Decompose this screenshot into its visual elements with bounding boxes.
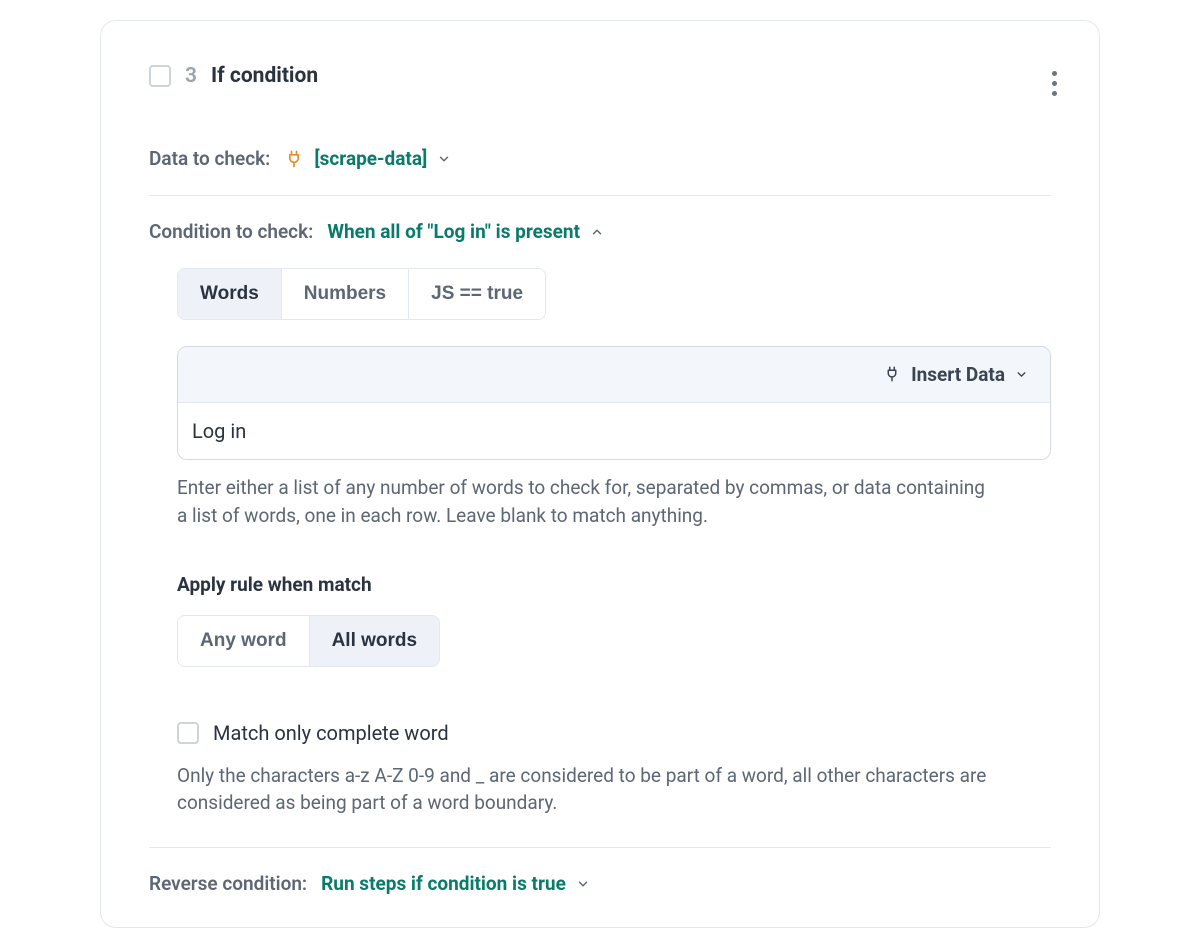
reverse-condition-select[interactable]: Run steps if condition is true — [321, 870, 590, 898]
tab-any-word[interactable]: Any word — [178, 616, 310, 666]
words-help-text: Enter either a list of any number of wor… — [177, 474, 997, 529]
complete-word-checkbox[interactable] — [177, 722, 199, 744]
step-title: If condition — [211, 61, 318, 91]
tab-js[interactable]: JS == true — [409, 269, 545, 319]
condition-to-check-label: Condition to check: — [149, 218, 313, 246]
reverse-condition-value: Run steps if condition is true — [321, 870, 566, 898]
divider — [149, 195, 1051, 196]
step-card: 3 If condition Data to check: [scrape-da… — [100, 20, 1100, 928]
tab-all-words[interactable]: All words — [310, 616, 440, 666]
apply-rule-tabs: Any word All words — [177, 615, 440, 667]
chevron-down-icon — [437, 152, 451, 166]
complete-word-help: Only the characters a-z A-Z 0-9 and _ ar… — [177, 762, 997, 817]
tab-numbers[interactable]: Numbers — [282, 269, 409, 319]
condition-to-check-select[interactable]: When all of "Log in" is present — [327, 218, 604, 246]
words-input-box: Insert Data — [177, 346, 1051, 461]
reverse-condition-row: Reverse condition: Run steps if conditio… — [149, 870, 1051, 898]
tab-words[interactable]: Words — [178, 269, 282, 319]
data-to-check-value: [scrape-data] — [314, 145, 427, 173]
divider — [149, 847, 1051, 848]
step-number: 3 — [185, 61, 197, 91]
data-to-check-label: Data to check: — [149, 145, 270, 173]
insert-data-button[interactable]: Insert Data — [883, 361, 1028, 389]
reverse-condition-label: Reverse condition: — [149, 870, 307, 898]
plug-icon — [284, 149, 304, 169]
words-input[interactable] — [178, 403, 1050, 459]
condition-to-check-row: Condition to check: When all of "Log in"… — [149, 218, 1051, 268]
chevron-up-icon — [590, 225, 604, 239]
condition-panel: Words Numbers JS == true Insert Data — [149, 268, 1051, 817]
insert-data-label: Insert Data — [911, 361, 1005, 389]
condition-to-check-value: When all of "Log in" is present — [327, 218, 580, 246]
chevron-down-icon — [576, 877, 590, 891]
apply-rule-label: Apply rule when match — [177, 571, 1051, 599]
words-input-toolbar: Insert Data — [178, 347, 1050, 404]
plug-icon — [883, 365, 901, 383]
condition-type-tabs: Words Numbers JS == true — [177, 268, 546, 320]
data-to-check-select[interactable]: [scrape-data] — [284, 145, 451, 173]
complete-word-label: Match only complete word — [213, 719, 449, 748]
chevron-down-icon — [1015, 368, 1028, 381]
complete-word-row: Match only complete word — [177, 719, 1051, 748]
more-menu-button[interactable] — [1046, 65, 1063, 102]
step-header: 3 If condition — [149, 61, 1051, 91]
data-to-check-row: Data to check: [scrape-data] — [149, 145, 1051, 195]
step-checkbox[interactable] — [149, 65, 171, 87]
